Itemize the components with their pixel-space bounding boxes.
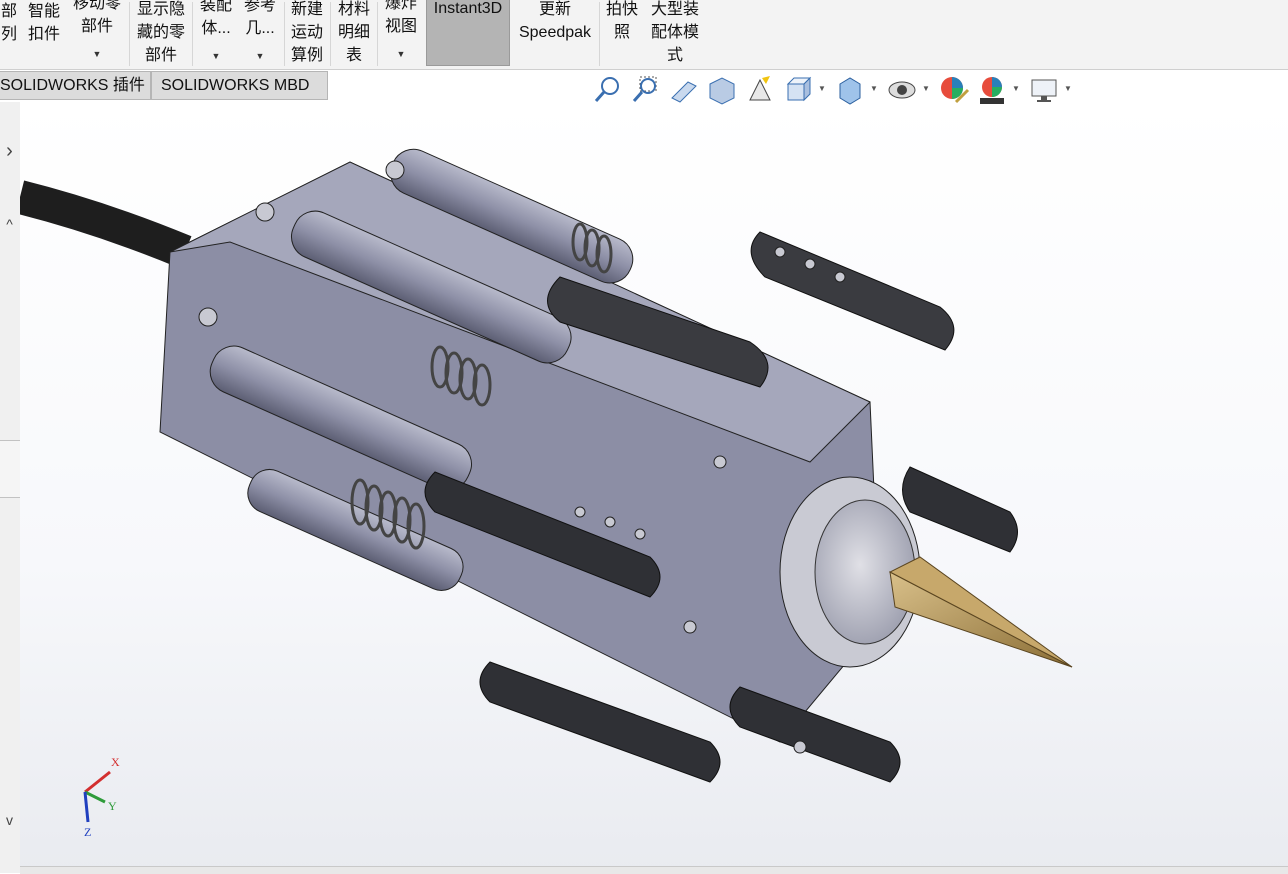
scroll-up-chevron-icon[interactable]: ^ xyxy=(0,216,19,232)
previous-view-icon[interactable] xyxy=(668,74,700,106)
ribbon-label: 拍快 xyxy=(605,1,638,18)
view-orientation-icon[interactable] xyxy=(782,74,814,106)
ribbon-label: 表 xyxy=(345,47,362,64)
axis-z-line xyxy=(83,791,90,823)
chevron-down-icon[interactable]: ▼ xyxy=(922,84,930,93)
ribbon-label: 列 xyxy=(0,26,17,43)
ribbon-label: 更新 xyxy=(538,1,571,18)
hide-show-items-icon[interactable] xyxy=(886,74,918,106)
new-motion-study-button[interactable]: 新建 运动 算例 xyxy=(287,0,327,66)
ribbon-label: 式 xyxy=(666,47,683,64)
ribbon-label: 配体模 xyxy=(650,24,699,41)
ribbon-label: 明细 xyxy=(337,24,370,41)
chevron-down-icon[interactable]: ▼ xyxy=(870,84,878,93)
display-style-icon[interactable] xyxy=(834,74,866,106)
dynamic-annotation-icon[interactable] xyxy=(744,74,776,106)
assembly-features-button[interactable]: 装配 体... ▼ xyxy=(196,0,236,62)
ribbon-label: 视图 xyxy=(384,18,417,35)
axis-y-label: Y xyxy=(108,799,117,813)
move-component-button[interactable]: 移动零 部件 ▼ xyxy=(68,0,126,60)
instant3d-button[interactable]: Instant3D xyxy=(426,0,510,66)
zoom-to-fit-icon[interactable] xyxy=(592,74,624,106)
take-snapshot-button[interactable]: 拍快 照 xyxy=(602,0,642,66)
ribbon-label: Instant3D xyxy=(433,0,503,17)
ribbon-label: 体... xyxy=(201,20,231,37)
axis-z-label: Z xyxy=(84,825,91,839)
exploded-view-button[interactable]: 爆炸 视图 ▼ xyxy=(380,0,422,60)
tab-label: SOLIDWORKS MBD xyxy=(161,77,310,94)
ribbon-label: Speedpak xyxy=(518,24,592,41)
ribbon-separator xyxy=(377,2,378,66)
chevron-down-icon[interactable]: ▼ xyxy=(212,50,221,62)
smart-fasteners-button[interactable]: 智能 扣件 xyxy=(24,0,64,68)
chevron-down-icon[interactable]: ▼ xyxy=(818,84,826,93)
zoom-to-area-icon[interactable] xyxy=(630,74,662,106)
ribbon-label: 爆炸 xyxy=(384,0,417,12)
ribbon-label: 部件 xyxy=(80,18,113,35)
ribbon-label: 算例 xyxy=(290,47,323,64)
ribbon-label: 大型装 xyxy=(650,1,699,18)
ribbon-label: 部件 xyxy=(144,47,177,64)
view-settings-icon[interactable] xyxy=(1028,74,1060,106)
apply-scene-icon[interactable] xyxy=(976,74,1008,106)
ribbon-separator xyxy=(599,2,600,66)
chevron-down-icon[interactable]: ▼ xyxy=(93,48,102,60)
update-speedpak-button[interactable]: 更新 Speedpak xyxy=(514,0,596,66)
tab-solidworks-mbd[interactable]: SOLIDWORKS MBD xyxy=(151,71,328,100)
ribbon-label: 几... xyxy=(245,20,275,37)
ribbon-label: 装配 xyxy=(199,0,232,14)
ribbon-label: 运动 xyxy=(290,24,323,41)
command-manager-ribbon: 部 列 智能 扣件 移动零 部件 ▼ 显示隐 藏的零 部件 装配 体... ▼ … xyxy=(0,0,1288,70)
ribbon-label: 扣件 xyxy=(27,26,60,43)
axis-x-label: X xyxy=(111,755,120,769)
show-hidden-components-button[interactable]: 显示隐 藏的零 部件 xyxy=(133,0,189,66)
ribbon-button-partial[interactable]: 部 列 xyxy=(0,0,20,68)
chevron-down-icon[interactable]: ▼ xyxy=(397,48,406,60)
tab-solidworks-addins[interactable]: SOLIDWORKS 插件 xyxy=(0,71,151,100)
large-assembly-mode-button[interactable]: 大型装 配体模 式 xyxy=(646,0,704,66)
section-view-icon[interactable] xyxy=(706,74,738,106)
expand-panel-chevron-icon[interactable]: › xyxy=(0,140,19,163)
bill-of-materials-button[interactable]: 材料 明细 表 xyxy=(334,0,374,66)
ribbon-label: 移动零 xyxy=(72,0,121,12)
ribbon-label: 新建 xyxy=(290,1,323,18)
ribbon-label: 部 xyxy=(0,3,17,20)
assembly-model-render[interactable]: X Y Z xyxy=(20,102,1288,873)
ribbon-label: 显示隐 xyxy=(136,1,185,18)
axis-y-line xyxy=(84,790,106,804)
ribbon-label: 材料 xyxy=(337,1,370,18)
coordinate-triad: X Y Z xyxy=(83,755,120,839)
ribbon-label: 智能 xyxy=(27,3,60,20)
chevron-down-icon[interactable]: ▼ xyxy=(1012,84,1020,93)
edit-appearance-icon[interactable] xyxy=(938,74,970,106)
scroll-down-chevron-icon[interactable]: v xyxy=(0,812,19,828)
ribbon-separator xyxy=(284,2,285,66)
ribbon-separator xyxy=(330,2,331,66)
reference-geometry-button[interactable]: 参考 几... ▼ xyxy=(240,0,280,62)
chevron-down-icon[interactable]: ▼ xyxy=(1064,84,1072,93)
ribbon-label: 照 xyxy=(613,24,630,41)
chevron-down-icon[interactable]: ▼ xyxy=(256,50,265,62)
ribbon-label: 参考 xyxy=(243,0,276,14)
cable-hose xyxy=(20,180,192,268)
tab-label: SOLIDWORKS 插件 xyxy=(0,77,145,94)
axis-x-line xyxy=(84,770,111,794)
graphics-area[interactable]: X Y Z xyxy=(20,102,1288,873)
ribbon-separator xyxy=(192,2,193,66)
ribbon-label: 藏的零 xyxy=(136,24,185,41)
ribbon-separator xyxy=(129,2,130,66)
